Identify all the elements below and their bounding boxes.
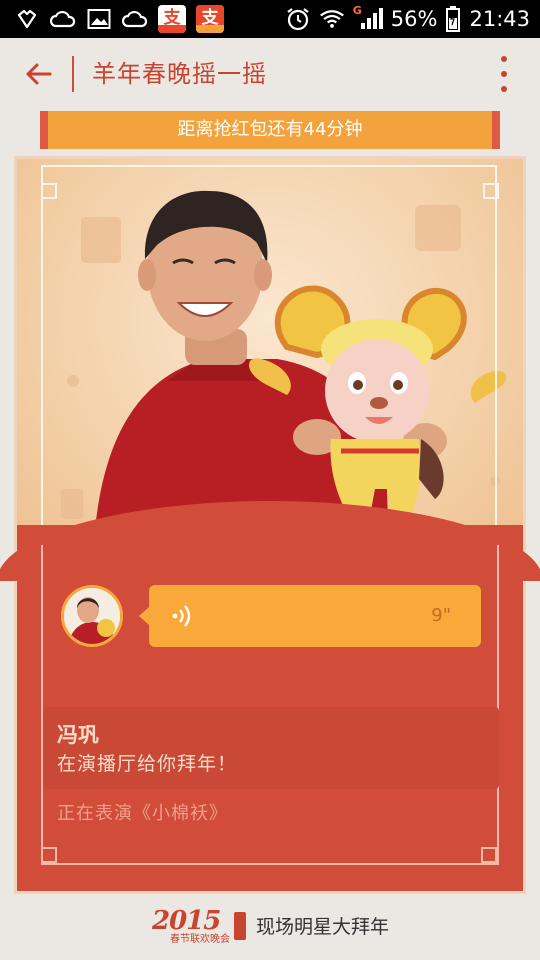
battery-icon <box>445 6 461 32</box>
gala-logo: 2015 春节联欢晚会 <box>152 906 248 945</box>
battery-percent: 56% <box>390 7 438 31</box>
avatar[interactable] <box>61 585 123 647</box>
app-bar: 羊年春晚摇一摇 <box>0 38 540 108</box>
countdown-text: 距离抢红包还有44分钟 <box>177 119 363 140</box>
more-menu-button[interactable] <box>494 56 514 92</box>
status-bar: 支 支 G 56% 21:43 <box>0 0 540 38</box>
clock: 21:43 <box>469 7 530 31</box>
card-frame-left <box>41 545 43 863</box>
voice-wave-icon <box>172 605 191 627</box>
wifi-icon <box>319 6 345 32</box>
card-frame-bottom <box>41 863 499 865</box>
back-button[interactable] <box>18 54 58 94</box>
alipay-icon: 支 <box>158 5 186 33</box>
frame-corner <box>481 847 497 863</box>
star-greeting-card: 9" 冯巩 在演播厅给你拜年！ 正在表演《小棉袄》 <box>0 156 540 894</box>
qq-icon <box>14 6 40 32</box>
gala-logo-caption: 春节联欢晚会 <box>170 934 230 945</box>
card-frame <box>41 165 497 559</box>
title-divider <box>72 56 74 92</box>
star-info-box <box>43 707 499 789</box>
alarm-icon <box>285 6 311 32</box>
star-name: 冯巩 <box>57 723 99 747</box>
cloud-icon <box>50 6 76 32</box>
performing-text: 正在表演《小棉袄》 <box>57 803 228 824</box>
voice-message-bubble[interactable]: 9" <box>139 585 481 647</box>
frame-corner <box>41 847 57 863</box>
gallery-icon <box>86 6 112 32</box>
alipay-icon: 支 <box>196 5 224 33</box>
card-frame-right <box>497 545 499 863</box>
notification-icons: 支 支 <box>14 5 224 33</box>
back-arrow-icon <box>26 63 52 85</box>
more-vertical-icon <box>501 71 507 77</box>
footer: 2015 春节联欢晚会 现场明星大拜年 <box>0 900 540 960</box>
gala-logo-seal <box>234 912 246 940</box>
cloud-icon <box>122 6 148 32</box>
frame-corner <box>483 183 499 199</box>
greeting-text: 在演播厅给你拜年！ <box>57 753 238 775</box>
star-avatar-image <box>64 588 120 644</box>
signal-tag: G <box>352 4 362 17</box>
page-title: 羊年春晚摇一摇 <box>92 60 267 88</box>
signal-icon: G <box>352 4 383 32</box>
star-photo <box>17 159 523 559</box>
more-vertical-icon <box>501 56 507 62</box>
frame-corner <box>41 183 57 199</box>
voice-duration: 9" <box>431 605 451 626</box>
footer-tagline: 现场明星大拜年 <box>256 916 390 938</box>
more-vertical-icon <box>501 86 507 92</box>
system-icons: G 56% 21:43 <box>285 4 530 34</box>
countdown-banner: 距离抢红包还有44分钟 <box>40 111 500 149</box>
